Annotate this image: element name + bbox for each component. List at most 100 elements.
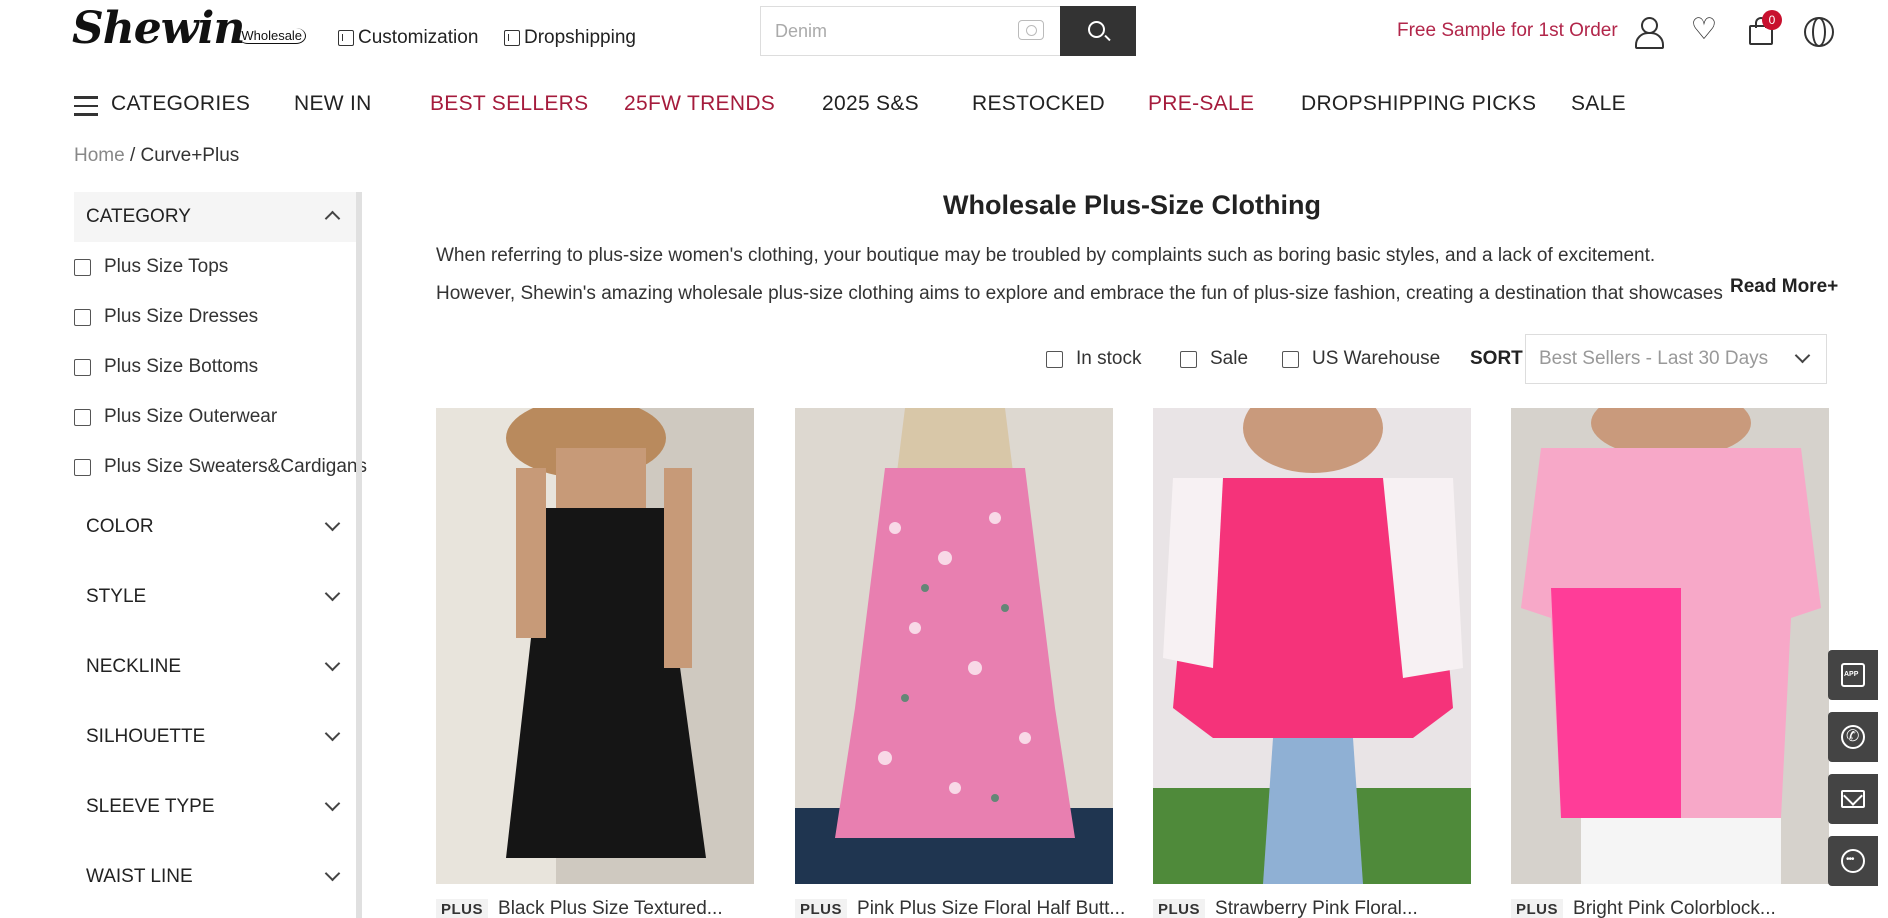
nav-25fw-trends[interactable]: 25FW TRENDS (624, 92, 775, 116)
filter-neckline[interactable]: NECKLINE (74, 632, 356, 702)
filter-color[interactable]: COLOR (74, 492, 356, 562)
phone-icon (1841, 725, 1865, 749)
in-stock-filter[interactable]: In stock (1046, 348, 1141, 370)
nav-sale[interactable]: SALE (1571, 92, 1626, 116)
product-title[interactable]: Strawberry Pink Floral... (1215, 898, 1418, 918)
category-item[interactable]: Plus Size Sweaters&Cardigans (74, 442, 367, 492)
app-download-button[interactable] (1828, 650, 1878, 700)
nav-best-sellers[interactable]: BEST SELLERS (430, 92, 588, 116)
plus-tag: PLUS (795, 898, 848, 918)
sidebar-scrollbar[interactable] (356, 192, 362, 918)
breadcrumb-separator: / (124, 145, 141, 166)
checkbox[interactable] (74, 458, 91, 476)
user-icon[interactable] (1632, 15, 1664, 49)
customization-link[interactable]: Customization (338, 27, 478, 49)
product-card[interactable]: PLUS Black Plus Size Textured... (436, 408, 754, 918)
read-more-link[interactable]: Read More+ (1724, 276, 1839, 298)
filter-label: NECKLINE (86, 656, 182, 677)
chevron-down-icon (324, 585, 341, 602)
site-header: Shewin Wholesale Customization Dropshipp… (0, 0, 1888, 62)
checkbox[interactable] (1282, 350, 1299, 368)
product-card[interactable]: PLUS Bright Pink Colorblock... (1511, 408, 1829, 918)
search-icon (1088, 21, 1105, 38)
hamburger-menu-icon[interactable] (74, 96, 98, 116)
site-logo[interactable]: Shewin Wholesale (72, 3, 307, 54)
globe-language-icon[interactable] (1802, 15, 1834, 47)
whatsapp-button[interactable] (1828, 712, 1878, 762)
free-sample-link[interactable]: Free Sample for 1st Order (1397, 20, 1618, 42)
nav-2025-ss[interactable]: 2025 S&S (822, 92, 919, 116)
dropshipping-label: Dropshipping (524, 27, 636, 48)
logo-wordmark: Shewin (72, 3, 245, 54)
in-stock-label: In stock (1076, 348, 1142, 369)
breadcrumb-home[interactable]: Home (74, 145, 125, 166)
category-label: CATEGORY (86, 206, 191, 227)
product-title[interactable]: Bright Pink Colorblock... (1573, 898, 1776, 918)
product-title[interactable]: Black Plus Size Textured... (498, 898, 723, 918)
product-image[interactable] (436, 408, 754, 884)
wishlist-heart-icon[interactable]: ♡ (1688, 15, 1720, 47)
plus-tag: PLUS (436, 898, 489, 918)
nav-dropshipping-picks[interactable]: DROPSHIPPING PICKS (1301, 92, 1536, 116)
filter-label: SILHOUETTE (86, 726, 206, 747)
product-filter-bar: In stock Sale US Warehouse SORT Best Sel… (0, 334, 1888, 384)
sale-filter[interactable]: Sale (1180, 348, 1248, 370)
product-card[interactable]: PLUS Strawberry Pink Floral... (1153, 408, 1471, 918)
nav-restocked[interactable]: RESTOCKED (972, 92, 1105, 116)
checkbox[interactable] (1046, 350, 1063, 368)
filter-silhouette[interactable]: SILHOUETTE (74, 702, 356, 772)
product-title[interactable]: Pink Plus Size Floral Half Butt... (857, 898, 1125, 918)
filter-label: COLOR (86, 516, 154, 537)
category-item-label: Plus Size Dresses (104, 306, 259, 327)
sort-label: SORT (1470, 348, 1523, 369)
page-title: Wholesale Plus-Size Clothing (942, 190, 1322, 220)
chevron-down-icon (1794, 347, 1811, 364)
plus-tag: PLUS (1511, 898, 1564, 918)
email-button[interactable] (1828, 774, 1878, 824)
plus-tag: PLUS (1153, 898, 1206, 918)
us-warehouse-filter[interactable]: US Warehouse (1282, 348, 1440, 370)
filter-sidebar: CATEGORY Plus Size Tops Plus Size Dresse… (74, 192, 367, 912)
search-input[interactable] (760, 6, 1060, 56)
search-bar (760, 6, 1136, 56)
chevron-down-icon (324, 515, 341, 532)
product-card[interactable]: PLUS Pink Plus Size Floral Half Butt... (795, 408, 1125, 918)
customization-label: Customization (358, 27, 479, 48)
logo-subtext: Wholesale (238, 28, 307, 44)
filter-sleeve-type[interactable]: SLEEVE TYPE (74, 772, 356, 842)
chevron-down-icon (324, 865, 341, 882)
breadcrumb-current: Curve+Plus (140, 145, 240, 166)
chat-button[interactable] (1828, 836, 1878, 886)
nav-pre-sale[interactable]: PRE-SALE (1148, 92, 1254, 116)
nav-new-in[interactable]: NEW IN (294, 92, 372, 116)
product-image[interactable] (795, 408, 1113, 884)
product-image[interactable] (1153, 408, 1471, 884)
breadcrumb: Home / Curve+Plus (74, 145, 239, 167)
checkbox[interactable] (74, 258, 91, 276)
chevron-down-icon (324, 655, 341, 672)
nav-categories[interactable]: CATEGORIES (111, 92, 250, 116)
filter-style[interactable]: STYLE (74, 562, 356, 632)
cart-count-badge: 0 (1762, 10, 1782, 30)
filter-label: WAIST LINE (86, 866, 193, 887)
sort-select[interactable]: Best Sellers - Last 30 Days (1525, 334, 1827, 384)
checkbox[interactable] (74, 308, 91, 326)
chat-icon (1841, 849, 1865, 873)
chevron-up-icon (324, 210, 341, 227)
filter-label: SLEEVE TYPE (86, 796, 215, 817)
search-button[interactable] (1060, 6, 1136, 56)
dropshipping-link[interactable]: Dropshipping (504, 27, 636, 49)
mail-icon (1841, 790, 1865, 808)
product-image[interactable] (1511, 408, 1829, 884)
camera-icon[interactable] (1018, 20, 1044, 40)
sale-label: Sale (1210, 348, 1249, 369)
category-section-header[interactable]: CATEGORY (74, 192, 356, 242)
app-icon (1841, 663, 1865, 687)
customization-icon (338, 30, 354, 46)
checkbox[interactable] (74, 408, 91, 426)
dropshipping-icon (504, 30, 520, 46)
category-item[interactable]: Plus Size Outerwear (74, 392, 356, 442)
checkbox[interactable] (1180, 350, 1197, 368)
filter-waist-line[interactable]: WAIST LINE (74, 842, 356, 912)
category-item[interactable]: Plus Size Tops (74, 242, 356, 292)
